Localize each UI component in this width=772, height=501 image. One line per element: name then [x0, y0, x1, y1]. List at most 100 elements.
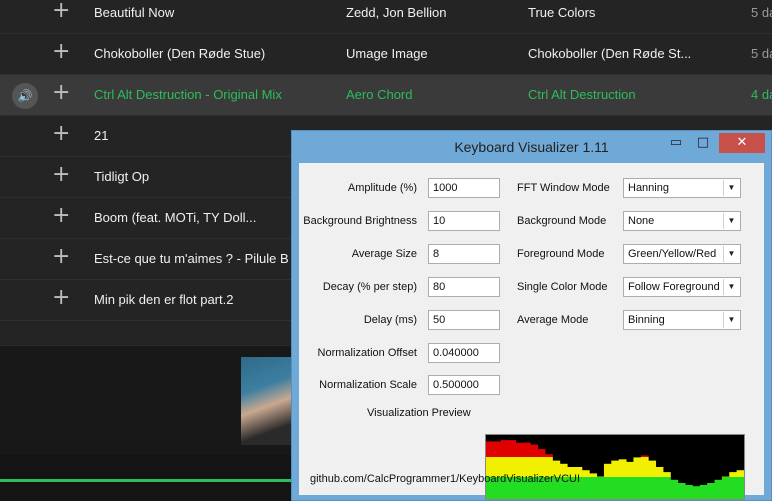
field-input[interactable]: 50 [428, 310, 500, 330]
field-input[interactable]: 8 [428, 244, 500, 264]
preview-bar [611, 477, 620, 499]
preview-bar [685, 484, 693, 499]
album-cover[interactable] [241, 357, 293, 445]
track-row[interactable]: + Chokoboller (Den Røde Stue) Umage Image C… [0, 34, 772, 75]
mode-dropdown[interactable]: Hanning ▼ [623, 178, 741, 198]
github-link[interactable]: github.com/CalcProgrammer1/KeyboardVisua… [310, 473, 580, 485]
preview-bar [618, 459, 627, 477]
field-input[interactable]: 0.040000 [428, 343, 500, 363]
preview-bar [537, 449, 546, 457]
track-row[interactable]: + Beautiful Now Zedd, Jon Bellion True Colo… [0, 0, 772, 34]
progress-bar[interactable] [0, 479, 292, 482]
preview-bar [589, 473, 598, 477]
mode-dropdown[interactable]: None ▼ [623, 211, 741, 231]
preview-bar [655, 467, 664, 477]
track-album[interactable]: True Colors [528, 5, 738, 20]
dropdown-value: None [628, 215, 655, 227]
preview-bar [618, 477, 627, 499]
dropdown-value: Green/Yellow/Red [628, 248, 717, 260]
field-input[interactable]: 10 [428, 211, 500, 231]
preview-bar [729, 477, 738, 499]
preview-bar [522, 442, 531, 457]
close-icon[interactable]: ✕ [719, 133, 765, 153]
preview-bar [581, 477, 590, 499]
track-album[interactable]: Ctrl Alt Destruction [528, 87, 738, 102]
preview-bar [596, 477, 605, 499]
chevron-down-icon[interactable]: ▼ [723, 279, 739, 295]
plus-icon[interactable]: + [52, 287, 70, 309]
mode-dropdown[interactable]: Binning ▼ [623, 310, 741, 330]
preview-bar [500, 440, 509, 457]
preview-bar [662, 472, 671, 477]
field-label: Amplitude (%) [347, 182, 417, 194]
chevron-down-icon[interactable]: ▼ [723, 180, 739, 196]
maximize-icon[interactable]: □ [690, 133, 716, 153]
preview-bar [692, 486, 701, 499]
preview-bar [707, 483, 716, 499]
preview-bar [677, 483, 686, 499]
preview-bar [508, 440, 516, 457]
track-title[interactable]: Ctrl Alt Destruction - Original Mix [94, 87, 344, 102]
dropdown-value: Hanning [628, 182, 669, 194]
mode-dropdown[interactable]: Green/Yellow/Red ▼ [623, 244, 741, 264]
plus-icon[interactable]: + [52, 205, 70, 227]
preview-bar [648, 477, 657, 499]
chevron-down-icon[interactable]: ▼ [723, 213, 739, 229]
preview-bar [626, 477, 634, 499]
plus-icon[interactable]: + [52, 164, 70, 186]
mode-label: FFT Window Mode [517, 182, 610, 194]
field-input[interactable]: 0.500000 [428, 375, 500, 395]
plus-icon[interactable]: + [52, 0, 70, 22]
field-label: Average Size [351, 248, 417, 260]
preview-bar [589, 477, 598, 499]
mode-label: Average Mode [517, 314, 589, 326]
track-artist[interactable]: Umage Image [346, 46, 516, 61]
preview-bar [729, 472, 738, 477]
track-date: 5 da [751, 46, 772, 61]
preview-bar [640, 457, 649, 477]
preview-bar [736, 477, 744, 499]
chevron-down-icon[interactable]: ▼ [723, 246, 739, 262]
field-label: Normalization Offset [317, 347, 417, 359]
plus-icon[interactable]: + [52, 246, 70, 268]
dropdown-value: Binning [628, 314, 665, 326]
preview-bar [626, 461, 634, 477]
mode-label: Single Color Mode [517, 281, 608, 293]
track-row[interactable]: 🔊 + Ctrl Alt Destruction - Original Mix Aer… [0, 75, 772, 116]
mode-dropdown[interactable]: Follow Foreground ▼ [623, 277, 741, 297]
preview-bar [655, 477, 664, 499]
window-titlebar[interactable]: Keyboard Visualizer 1.11 ▭ □ ✕ [292, 131, 771, 163]
preview-bar [633, 477, 642, 499]
plus-icon[interactable]: + [52, 123, 70, 145]
preview-bar [486, 441, 494, 457]
track-album[interactable]: Chokoboller (Den Røde St... [528, 46, 738, 61]
mode-label: Background Mode [517, 215, 607, 227]
chevron-down-icon[interactable]: ▼ [723, 312, 739, 328]
preview-label: Visualization Preview [367, 407, 471, 419]
preview-bar [648, 460, 657, 477]
settings-panel: Visualization Preview github.com/CalcPro… [299, 163, 764, 500]
field-label: Background Brightness [303, 215, 417, 227]
preview-bar [611, 460, 620, 477]
dropdown-value: Follow Foreground [628, 281, 720, 293]
track-date: 4 da [751, 87, 772, 102]
preview-bar [714, 479, 723, 499]
preview-bar [544, 454, 553, 457]
plus-icon[interactable]: + [52, 41, 70, 63]
preview-bar [721, 477, 730, 499]
mode-label: Foreground Mode [517, 248, 605, 260]
field-label: Decay (% per step) [322, 281, 417, 293]
speaker-icon[interactable]: 🔊 [12, 83, 38, 109]
preview-bar [699, 484, 708, 499]
minimize-icon[interactable]: ▭ [663, 133, 689, 153]
track-title[interactable]: Beautiful Now [94, 5, 344, 20]
plus-icon[interactable]: + [52, 82, 70, 104]
field-label: Delay (ms) [363, 314, 417, 326]
field-input[interactable]: 80 [428, 277, 500, 297]
preview-bar [633, 457, 642, 477]
track-artist[interactable]: Aero Chord [346, 87, 516, 102]
field-input[interactable]: 1000 [428, 178, 500, 198]
track-artist[interactable]: Zedd, Jon Bellion [346, 5, 516, 20]
visualizer-window: Keyboard Visualizer 1.11 ▭ □ ✕ Visualiza… [291, 130, 772, 501]
track-title[interactable]: Chokoboller (Den Røde Stue) [94, 46, 344, 61]
